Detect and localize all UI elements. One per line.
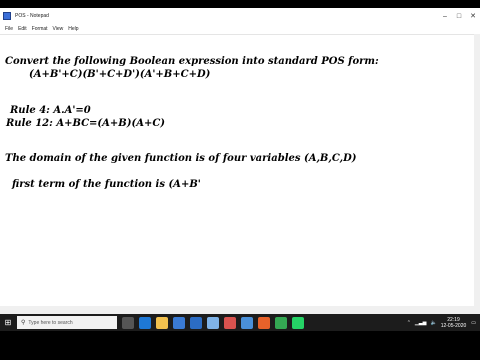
editor-line-5: The domain of the given function is of f… — [5, 153, 357, 164]
minimize-button[interactable]: – — [438, 8, 452, 24]
menu-help[interactable]: Help — [68, 26, 78, 32]
network-icon[interactable]: ▁▃▅ — [415, 320, 427, 326]
taskbar: ⊞ ⚲ Type here to search ⌃ ▁▃▅ 🔈 22:19 12… — [0, 314, 480, 331]
editor-line-4: Rule 12: A+BC=(A+B)(A+C) — [6, 118, 166, 129]
video-letterbox-bottom — [0, 331, 480, 360]
screen: POS - Notepad – □ ✕ File Edit Format Vie… — [0, 0, 480, 360]
maximize-button[interactable]: □ — [452, 8, 466, 24]
vertical-scrollbar[interactable] — [474, 34, 480, 314]
clock-date: 12-05-2020 — [440, 322, 467, 329]
notepad-icon — [3, 12, 11, 20]
whatsapp-icon[interactable] — [292, 316, 304, 329]
mail-icon[interactable] — [190, 316, 202, 329]
menu-bar: File Edit Format View Help — [0, 24, 480, 34]
title-bar: POS - Notepad – □ ✕ — [0, 8, 480, 24]
close-button[interactable]: ✕ — [466, 8, 480, 24]
editor-line-6: first term of the function is (A+B' — [12, 179, 201, 190]
editor-line-3: Rule 4: A.A'=0 — [10, 105, 91, 116]
editor-line-2: (A+B'+C)(B'+C+D')(A'+B+C+D) — [29, 69, 211, 80]
chrome-icon[interactable] — [275, 316, 287, 329]
paint-icon[interactable] — [224, 316, 236, 329]
file-explorer-icon[interactable] — [156, 316, 168, 329]
horizontal-scrollbar[interactable] — [0, 306, 474, 314]
video-letterbox-top — [0, 0, 480, 8]
menu-edit[interactable]: Edit — [18, 26, 27, 32]
system-tray: ⌃ ▁▃▅ 🔈 22:19 12-05-2020 ▭ — [407, 317, 480, 329]
window-controls: – □ ✕ — [438, 8, 480, 24]
editor-line-1: Convert the following Boolean expression… — [5, 56, 379, 67]
search-placeholder: Type here to search — [28, 319, 73, 326]
window-title: POS - Notepad — [15, 13, 49, 19]
store-icon[interactable] — [173, 316, 185, 329]
volume-icon[interactable]: 🔈 — [430, 320, 436, 326]
notifications-icon[interactable]: ▭ — [471, 320, 476, 326]
taskbar-search[interactable]: ⚲ Type here to search — [17, 316, 117, 329]
office-icon[interactable] — [258, 316, 270, 329]
menu-format[interactable]: Format — [32, 26, 48, 32]
search-icon: ⚲ — [21, 320, 26, 326]
task-view-icon[interactable] — [122, 316, 134, 329]
menu-view[interactable]: View — [53, 26, 64, 32]
windows-start-icon[interactable]: ⊞ — [0, 314, 16, 331]
clock[interactable]: 22:19 12-05-2020 — [441, 317, 467, 329]
menu-file[interactable]: File — [5, 26, 13, 32]
notepad-taskbar-icon[interactable] — [207, 316, 219, 329]
edge-icon[interactable] — [139, 316, 151, 329]
photos-icon[interactable] — [241, 316, 253, 329]
tray-chevron-icon[interactable]: ⌃ — [407, 320, 411, 326]
